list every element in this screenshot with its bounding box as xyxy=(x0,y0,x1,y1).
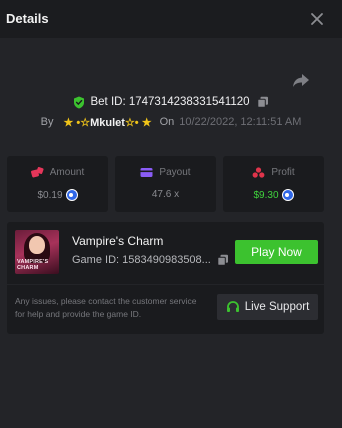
amount-label: Amount xyxy=(49,167,85,178)
stat-amount: Amount $0.19 xyxy=(7,156,108,212)
user-decor-right: ☆• ★ xyxy=(124,116,152,129)
copy-icon[interactable] xyxy=(256,96,269,108)
game-id-value: 1583490983508... xyxy=(122,254,211,266)
coin-icon xyxy=(65,189,78,201)
thumbnail-face xyxy=(29,236,45,254)
thumbnail-text: VAMPIRE'S CHARM xyxy=(17,259,49,271)
payout-value: 47.6 x xyxy=(151,189,180,200)
amount-value: $0.19 xyxy=(37,189,63,201)
dice-icon xyxy=(30,167,44,178)
game-thumbnail[interactable]: VAMPIRE'S CHARM xyxy=(15,230,59,274)
profit-label: Profit xyxy=(271,167,295,178)
modal-title: Details xyxy=(6,11,49,26)
bet-by-row: By ★ •☆Mkulet☆• ★ On 10/22/2022, 12:11:5… xyxy=(0,115,342,129)
on-label: On xyxy=(159,116,175,128)
play-now-button[interactable]: Play Now xyxy=(235,240,318,264)
game-card: VAMPIRE'S CHARM Vampire's Charm Game ID:… xyxy=(7,222,324,334)
game-name[interactable]: Vampire's Charm xyxy=(72,234,163,248)
headset-icon xyxy=(226,301,239,312)
coins-icon xyxy=(252,167,265,178)
coin-icon xyxy=(281,189,294,201)
bet-date: 10/22/2022, 12:11:51 AM xyxy=(179,116,302,128)
stat-payout: Payout 47.6 x xyxy=(115,156,216,212)
game-id-label: Game ID: xyxy=(72,254,120,266)
game-id-row: Game ID: 1583490983508... xyxy=(72,254,229,266)
card-icon xyxy=(140,168,153,177)
by-label: By xyxy=(40,116,54,128)
copy-icon[interactable] xyxy=(217,254,229,266)
username[interactable]: ★ •☆Mkulet☆• ★ xyxy=(63,116,151,129)
modal-header: Details xyxy=(0,0,342,38)
live-support-label: Live Support xyxy=(244,301,310,313)
username-text: Mkulet xyxy=(90,116,125,129)
payout-label: Payout xyxy=(159,167,191,178)
live-support-button[interactable]: Live Support xyxy=(217,294,318,320)
profit-value: $9.30 xyxy=(253,189,279,201)
help-text: Any issues, please contact the customer … xyxy=(15,296,197,319)
bet-id-value: 1747314238331541120 xyxy=(128,96,250,108)
shield-check-icon xyxy=(74,96,85,108)
stat-profit: Profit $9.30 xyxy=(223,156,324,212)
divider xyxy=(7,284,324,285)
share-icon[interactable] xyxy=(292,72,310,88)
bet-id-row: Bet ID: 1747314238331541120 xyxy=(0,94,342,110)
user-decor-left: ★ •☆ xyxy=(63,116,91,129)
bet-id-label: Bet ID: xyxy=(90,96,126,108)
close-icon[interactable] xyxy=(308,10,326,28)
